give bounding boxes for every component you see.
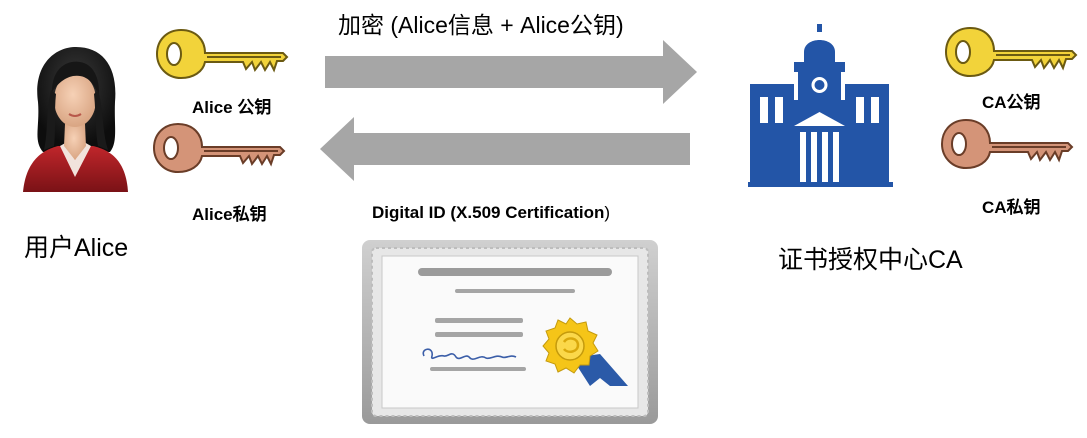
certificate-icon: [360, 236, 660, 426]
user-avatar-icon: [18, 42, 133, 192]
bottom-arrow-label-end: ): [604, 203, 611, 222]
ca-name-label: 证书授权中心CA: [778, 246, 963, 274]
alice-private-key-icon: [152, 120, 287, 176]
certificate-left-arrow: [318, 117, 690, 181]
ca-private-key-label: CA私钥: [982, 198, 1041, 217]
ca-public-key-icon: [944, 24, 1079, 80]
bottom-arrow-label: Digital ID (X.509 Certification): [372, 203, 610, 223]
encrypt-right-arrow: [325, 40, 700, 104]
alice-private-key-label: Alice私钥: [192, 205, 267, 224]
alice-public-key-label: Alice 公钥: [192, 98, 272, 117]
ca-building-icon: [748, 22, 893, 187]
alice-public-key-icon: [155, 26, 290, 82]
bottom-arrow-label-main: Digital ID (X.509 Certification: [372, 203, 605, 222]
ca-private-key-icon: [940, 116, 1075, 172]
user-name-label: 用户Alice: [24, 234, 129, 262]
top-arrow-label: 加密 (Alice信息 + Alice公钥): [338, 12, 624, 38]
ca-public-key-label: CA公钥: [982, 93, 1041, 112]
